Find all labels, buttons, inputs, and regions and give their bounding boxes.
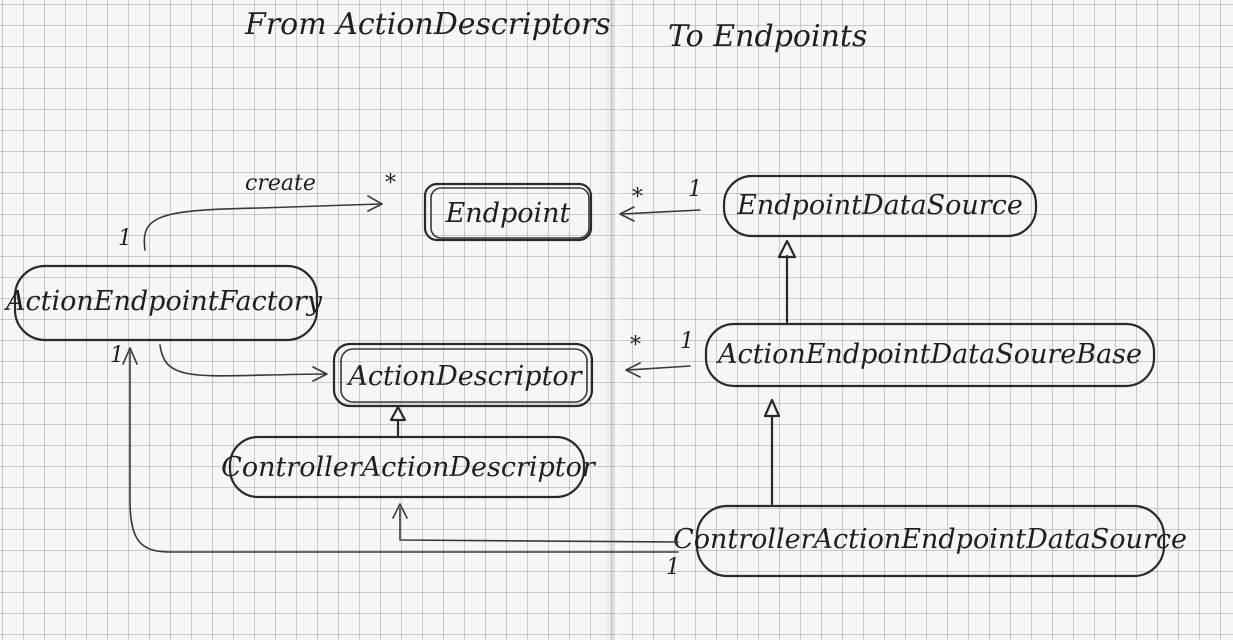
caeds-base-triangle	[763, 398, 781, 418]
edge-caeds-to-cad	[392, 503, 679, 543]
title-right: To Endpoints	[668, 19, 867, 54]
caeds-source-mult: 1	[666, 555, 680, 580]
eds-endpoint-target-mult: *	[632, 185, 643, 210]
edge-eds-to-endpoint: * 1	[619, 177, 702, 222]
node-action-endpoint-factory: ActionEndpointFactory	[3, 264, 323, 342]
base-eds-triangle	[777, 239, 797, 259]
eds-endpoint-source-mult: 1	[688, 177, 702, 202]
edge-factory-to-descriptor	[159, 344, 328, 382]
create-source-mult: 1	[118, 226, 132, 251]
edge-factory-creates-endpoint: create 1 *	[118, 171, 396, 251]
eds-endpoint-line	[621, 209, 701, 215]
action-descriptor-label: ActionDescriptor	[345, 361, 583, 392]
controller-action-descriptor-label: ControllerActionDescriptor	[221, 452, 597, 483]
factory-descriptor-line	[159, 344, 326, 377]
node-action-descriptor: ActionDescriptor	[332, 342, 594, 408]
edge-cad-inherits-ad	[389, 405, 407, 437]
endpoint-data-source-label: EndpointDataSource	[736, 190, 1023, 221]
node-controller-action-descriptor: ControllerActionDescriptor	[221, 435, 597, 499]
cad-ad-triangle	[389, 405, 407, 422]
notebook-page: From ActionDescriptors To Endpoints Endp…	[0, 0, 1233, 640]
node-endpoint: Endpoint	[423, 182, 593, 242]
title-left: From ActionDescriptors	[244, 7, 611, 42]
node-action-endpoint-data-source-base: ActionEndpointDataSoureBase	[704, 322, 1156, 388]
edge-base-inherits-eds	[777, 239, 797, 324]
action-endpoint-data-source-base-label: ActionEndpointDataSoureBase	[715, 339, 1142, 370]
edge-base-to-descriptor: * 1	[625, 329, 694, 378]
base-descriptor-line	[627, 365, 691, 371]
controller-action-endpoint-data-source-label: ControllerActionEndpointDataSource	[673, 524, 1187, 555]
create-target-mult: *	[385, 171, 396, 196]
edge-caeds-inherits-base	[763, 398, 781, 506]
base-descriptor-target-mult: *	[630, 333, 641, 358]
action-endpoint-factory-label: ActionEndpointFactory	[3, 286, 323, 317]
node-endpoint-data-source: EndpointDataSource	[722, 174, 1038, 238]
base-descriptor-source-mult: 1	[680, 329, 694, 354]
caeds-factory-target-mult: 1	[110, 343, 124, 368]
endpoint-label: Endpoint	[445, 198, 571, 229]
create-arrow-line	[143, 203, 381, 251]
class-diagram: From ActionDescriptors To Endpoints Endp…	[3, 7, 1187, 580]
node-controller-action-endpoint-data-source: ControllerActionEndpointDataSource	[673, 504, 1187, 578]
caeds-cad-line	[399, 507, 679, 543]
create-label: create	[245, 171, 316, 196]
